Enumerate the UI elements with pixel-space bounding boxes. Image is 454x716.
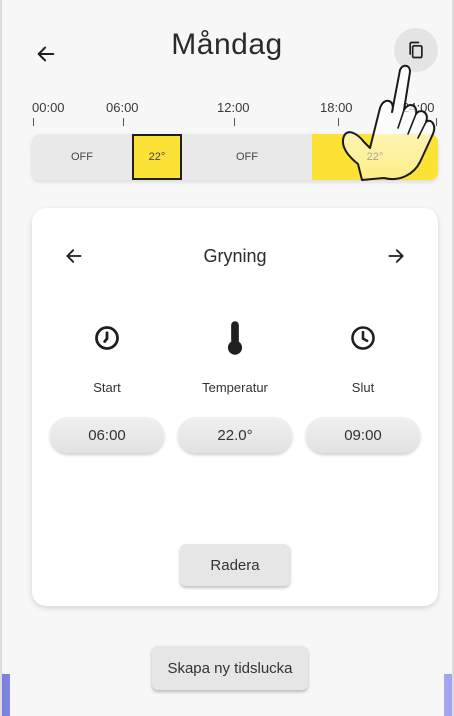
arrow-right-icon <box>388 249 404 263</box>
segment-label: OFF <box>71 151 93 163</box>
end-label: Slut <box>351 380 375 395</box>
page-title: Måndag <box>171 28 283 61</box>
time-slot-card: Gryning Start 06:00 Temperatur 22.0° Slu… <box>32 208 438 606</box>
day-timeline: OFF 22° OFF 22° <box>32 134 438 180</box>
copy-button[interactable] <box>394 28 438 72</box>
tick-label: 00:00 <box>32 100 65 115</box>
clock-start-icon <box>42 318 172 358</box>
tick-label: 24:00 <box>402 100 435 115</box>
next-slot-button[interactable] <box>380 240 412 272</box>
start-label: Start <box>93 380 121 395</box>
end-time-field[interactable]: 09:00 <box>306 417 420 453</box>
clock-end-icon <box>298 318 428 358</box>
app-frame: Måndag 00:00 06:00 12:00 18:00 24:00 OFF… <box>0 0 454 716</box>
start-column: Start 06:00 <box>42 318 172 453</box>
tick-mark <box>33 118 34 126</box>
start-time-field[interactable]: 06:00 <box>50 417 164 453</box>
tick-label: 18:00 <box>320 100 353 115</box>
tick-mark <box>338 118 339 126</box>
copy-icon <box>409 41 423 59</box>
segment-label: OFF <box>236 151 258 163</box>
tick-label: 12:00 <box>217 100 250 115</box>
tick-label: 06:00 <box>106 100 139 115</box>
thermometer-icon <box>170 318 300 358</box>
time-axis: 00:00 06:00 12:00 18:00 24:00 <box>2 100 452 130</box>
create-time-slot-button[interactable]: Skapa ny tidslucka <box>152 646 308 690</box>
temperature-column: Temperatur 22.0° <box>170 318 300 453</box>
slot-name: Gryning <box>203 246 267 266</box>
segment-label: 22° <box>148 151 166 163</box>
timeline-segment-selected[interactable]: 22° <box>132 134 182 180</box>
timeline-segment[interactable]: 22° <box>312 134 438 180</box>
tick-mark <box>234 118 235 126</box>
tick-mark <box>123 118 124 126</box>
segment-label: 22° <box>366 151 384 163</box>
timeline-segment[interactable]: OFF <box>182 134 312 180</box>
temperature-field[interactable]: 22.0° <box>178 417 292 453</box>
tick-mark <box>436 118 437 126</box>
delete-button[interactable]: Radera <box>180 544 290 586</box>
timeline-segment[interactable]: OFF <box>32 134 132 180</box>
temperature-label: Temperatur <box>202 380 268 395</box>
end-column: Slut 09:00 <box>298 318 428 453</box>
